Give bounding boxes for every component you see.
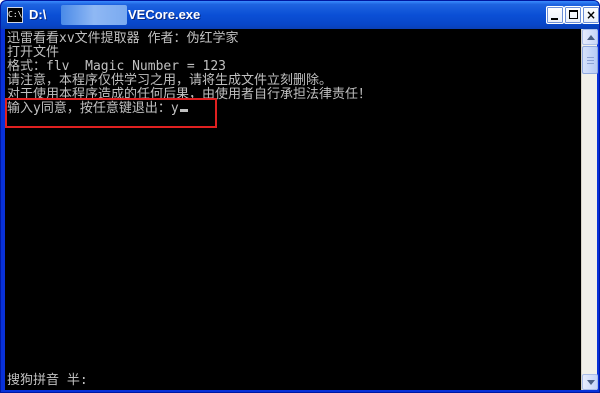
window-title-path: D:\	[29, 7, 47, 22]
close-button[interactable]: ×	[582, 6, 599, 24]
console-line-format: 格式：flv Magic Number = 123	[7, 59, 227, 74]
console-app-icon[interactable]: C:\	[7, 7, 23, 23]
vertical-scrollbar[interactable]	[581, 29, 598, 390]
ime-status-bar[interactable]: 搜狗拼音 半:	[7, 374, 88, 387]
redacted-path-segment	[61, 5, 127, 25]
maximize-button[interactable]	[564, 6, 582, 24]
console-line-header: 迅雷看看xv文件提取器 作者：伪红学家	[7, 31, 239, 46]
grip-line	[587, 60, 594, 61]
grip-line	[587, 57, 594, 58]
console-line-open-file: 打开文件	[7, 45, 60, 60]
title-bar[interactable]: C:\ D:\ VECore.exe ×	[1, 1, 599, 29]
scroll-up-button[interactable]	[582, 29, 598, 45]
arrow-down-icon	[587, 380, 595, 385]
window-title: VECore.exe	[128, 7, 201, 22]
minimize-icon	[551, 18, 558, 20]
prompt-highlight-box	[5, 98, 217, 128]
minimize-button[interactable]	[546, 6, 564, 24]
console-window: C:\ D:\ VECore.exe × 迅雷看看xv文件提取器 作者：伪红学家…	[0, 0, 600, 393]
console-output[interactable]: 迅雷看看xv文件提取器 作者：伪红学家 打开文件 格式：flv Magic Nu…	[5, 29, 581, 390]
arrow-up-icon	[587, 35, 595, 40]
scroll-down-button[interactable]	[582, 374, 598, 390]
grip-line	[587, 63, 594, 64]
maximize-icon	[569, 10, 578, 19]
scroll-thumb[interactable]	[582, 46, 598, 74]
console-line-notice: 请注意，本程序仅供学习之用，请将生成文件立刻删除。	[7, 73, 333, 88]
close-icon: ×	[585, 8, 597, 22]
